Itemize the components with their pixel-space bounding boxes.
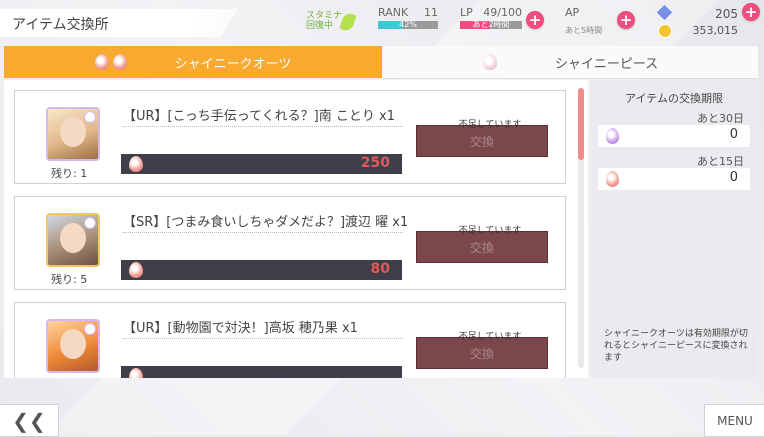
quartz-icon [112, 54, 127, 70]
insufficient-label: 不足しています [458, 226, 522, 236]
stamina-status[interactable]: スタミナ 回復中 [306, 11, 357, 33]
quartz-icon [606, 171, 619, 187]
quartz-icon [606, 128, 619, 144]
divider [123, 338, 403, 339]
tab-label: シャイニークオーツ [174, 56, 292, 72]
character-portrait [60, 329, 86, 359]
rank-progress-bar: 42% [378, 20, 438, 29]
top-bar: アイテム交換所 スタミナ 回復中 RANK 11 42% LP 49/100 あ… [0, 0, 764, 44]
character-portrait [60, 117, 86, 147]
insufficient-label: 不足しています [458, 332, 522, 342]
expiry-entry: 0 [598, 125, 750, 147]
lp-status: LP 49/100 あと2時間 [460, 6, 522, 29]
lp-add-button[interactable]: + [526, 11, 544, 29]
divider [123, 126, 403, 127]
expiry-note: シャイニークオーツは有効期限が切れるとシャイニーピースに変換されます [604, 329, 748, 363]
expiry-value: 0 [729, 127, 738, 142]
page-title: アイテム交換所 [12, 17, 109, 33]
remaining-count: 残り: 1 [51, 167, 88, 180]
cost-value: 250 [360, 155, 390, 171]
item-name: 【SR】[つまみ食いしちゃダメだよ？]渡辺 曜 x1 [123, 215, 409, 230]
character-portrait [60, 223, 86, 253]
expiry-label: あと30日 [697, 112, 744, 125]
tab-shiny-piece[interactable]: シャイニーピース [383, 46, 758, 79]
list-item: 残り: 1 【UR】[こっち手伝ってくれる？]南 ことり x1 250 不足して… [14, 90, 566, 184]
ap-label: AP [565, 6, 580, 19]
ap-add-button[interactable]: + [617, 11, 635, 29]
list-item: 【UR】[動物園で対決！]高坂 穂乃果 x1 不足しています 交換 [14, 302, 566, 378]
insufficient-label: 不足しています [458, 120, 522, 130]
rank-label: RANK [378, 6, 409, 19]
gem-add-button[interactable]: + [742, 3, 760, 21]
ap-sub-text: あと5時間 [565, 26, 603, 35]
cost-bar: 80 [121, 260, 402, 280]
divider [123, 232, 403, 233]
expiry-label: あと15日 [697, 155, 744, 168]
gems-value: 205 [715, 7, 738, 21]
card-thumbnail[interactable] [46, 213, 100, 267]
remaining-count: 残り: 5 [51, 273, 88, 286]
list-item: 残り: 5 【SR】[つまみ食いしちゃダメだよ？]渡辺 曜 x1 80 不足して… [14, 196, 566, 290]
back-button[interactable]: ❮❮ [0, 404, 59, 437]
exchange-list[interactable]: 残り: 1 【UR】[こっち手伝ってくれる？]南 ことり x1 250 不足して… [4, 80, 588, 378]
menu-button[interactable]: MENU [704, 404, 764, 437]
coins-value: 353,015 [692, 24, 739, 37]
lp-label: LP [460, 6, 473, 19]
currency-panel: 205 353,015 [654, 3, 739, 40]
cost-bar: 250 [121, 154, 402, 174]
expiry-title: アイテムの交換期限 [625, 92, 723, 105]
quartz-icon [129, 156, 143, 172]
coin-icon [658, 24, 672, 38]
card-thumbnail[interactable] [46, 107, 100, 161]
rank-status: RANK 11 42% [378, 6, 438, 29]
tab-bar: シャイニークオーツ シャイニーピース [4, 46, 758, 79]
gem-icon [655, 3, 674, 22]
quartz-icon [129, 368, 143, 378]
tab-shiny-quartz[interactable]: シャイニークオーツ [4, 46, 382, 78]
expiry-entry: 0 [598, 168, 750, 190]
scrollbar-thumb[interactable] [578, 88, 584, 160]
quartz-icon [94, 54, 109, 70]
attribute-icon [84, 111, 96, 123]
tab-label: シャイニーピース [554, 56, 659, 72]
rank-value: 11 [424, 6, 438, 19]
quartz-icon [129, 262, 143, 278]
cost-value: 80 [370, 261, 390, 277]
attribute-icon [84, 323, 96, 335]
lp-sub-text: あと2時間 [472, 20, 510, 29]
lp-value: 49/100 [483, 6, 522, 19]
attribute-icon [84, 217, 96, 229]
lp-progress-bar: あと2時間 [460, 20, 522, 29]
item-name: 【UR】[こっち手伝ってくれる？]南 ことり x1 [123, 109, 395, 124]
cost-bar [121, 366, 402, 378]
item-name: 【UR】[動物園で対決！]高坂 穂乃果 x1 [123, 321, 358, 336]
expiry-value: 0 [729, 170, 738, 185]
ap-status: AP あと5時間 [565, 6, 615, 36]
title-banner: アイテム交換所 [0, 9, 238, 37]
rank-progress-text: 42% [399, 20, 417, 29]
expiry-panel: アイテムの交換期限 あと30日 0 あと15日 0 シャイニークオーツは有効期限… [590, 80, 758, 378]
piece-icon [482, 54, 497, 70]
card-thumbnail[interactable] [46, 319, 100, 373]
